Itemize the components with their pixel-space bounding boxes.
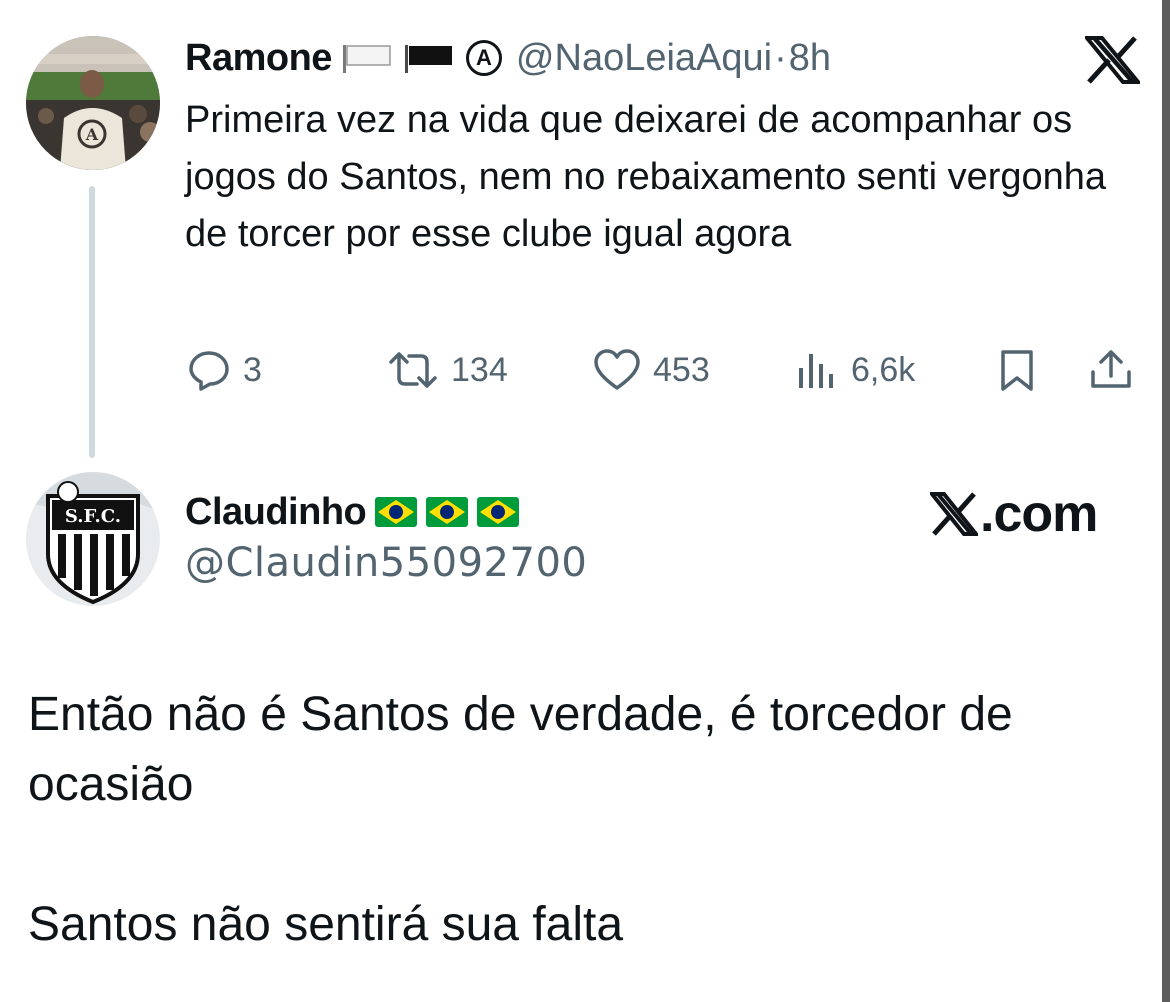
tweet-header: Ramone A @NaoLeiaAqui · 8h (185, 34, 831, 82)
brazil-flag-icon (426, 497, 469, 527)
reply-text-line: Santos não sentirá sua falta (28, 898, 624, 951)
white-flag-icon (342, 43, 394, 73)
scroll-edge (1162, 0, 1170, 1002)
reply-text: Então não é Santos de verdade, é torcedo… (28, 680, 1148, 960)
brazil-flag-icon (477, 497, 520, 527)
reply-icon (189, 351, 229, 391)
tweet-timestamp[interactable]: 8h (789, 37, 831, 80)
x-com-domain-text: .com (980, 485, 1098, 543)
reply-text-line: Então não é Santos de verdade, é torcedo… (28, 688, 1013, 811)
reply-author-handle[interactable]: @Claudin55092700 (185, 540, 587, 586)
bookmark-icon (1001, 350, 1033, 391)
x-logo-icon (930, 492, 978, 536)
reply-count: 3 (243, 350, 262, 389)
reply-author-name[interactable]: Claudinho (185, 491, 367, 534)
svg-text:A: A (85, 125, 99, 144)
svg-text:S.F.C.: S.F.C. (65, 506, 121, 527)
reply-button[interactable]: 3 (187, 340, 262, 400)
brazil-flag-icon (375, 497, 418, 527)
share-icon (1091, 350, 1131, 388)
tweet-author-avatar[interactable]: A (26, 36, 160, 170)
tweet-author-handle[interactable]: @NaoLeiaAqui (516, 37, 772, 80)
share-button[interactable] (1087, 340, 1135, 400)
tweet-text: Primeira vez na vida que deixarei de aco… (185, 99, 1107, 255)
reply-author-avatar[interactable]: S.F.C. (26, 472, 160, 606)
views-chart-icon (799, 354, 833, 388)
thread-connector-line (89, 186, 95, 458)
bookmark-button[interactable] (995, 340, 1039, 400)
black-flag-icon (404, 43, 456, 73)
reply-header: Claudinho (185, 486, 520, 538)
tweet-author-name[interactable]: Ramone (185, 37, 332, 80)
view-count: 6,6k (851, 350, 916, 389)
meta-separator: · (774, 36, 787, 79)
retweet-count: 134 (451, 350, 508, 389)
heart-icon (594, 349, 640, 390)
views-button[interactable]: 6,6k (795, 340, 915, 400)
anarchy-symbol-icon: A (465, 40, 502, 76)
like-count: 453 (653, 350, 710, 389)
like-button[interactable]: 453 (593, 340, 710, 400)
tweet-actions-bar: 3 134 453 6,6k (185, 340, 1145, 400)
x-com-watermark: .com (930, 484, 1098, 544)
x-logo-icon (1082, 36, 1143, 84)
retweet-icon (389, 352, 437, 388)
retweet-button[interactable]: 134 (387, 340, 508, 400)
